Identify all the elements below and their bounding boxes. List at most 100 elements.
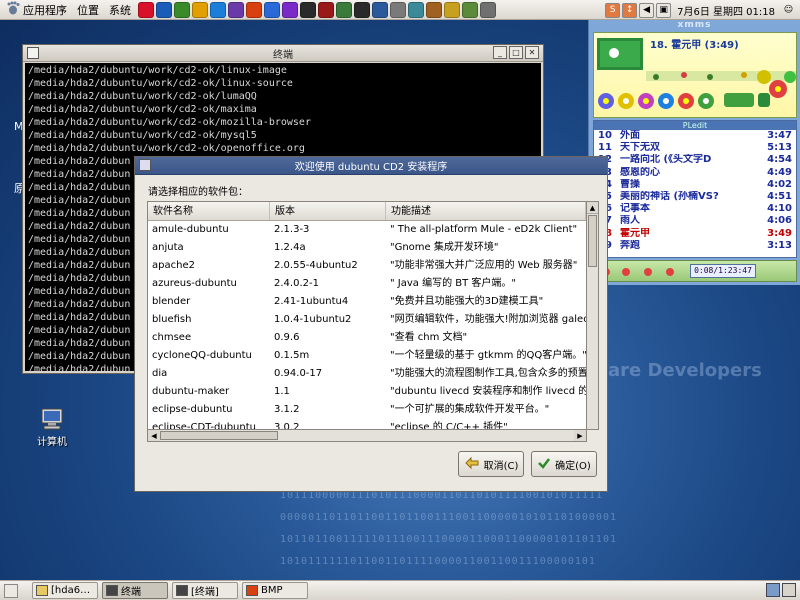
app-launcher-icon[interactable]: [444, 1, 460, 18]
window-menu-icon[interactable]: [139, 159, 151, 171]
taskbar-button[interactable]: [hda6…: [32, 582, 98, 599]
package-list[interactable]: 软件名称 版本 功能描述 amule-dubuntu 2.1.3-3 " The a…: [147, 201, 587, 430]
app-launcher-icon[interactable]: [174, 1, 190, 18]
window-menu-icon[interactable]: [27, 47, 39, 59]
app-launcher-icon[interactable]: [408, 1, 424, 18]
playlist-item[interactable]: 14曹操4:02: [594, 179, 796, 191]
scrollbar-thumb[interactable]: [160, 431, 278, 440]
playlist-item[interactable]: 12一路向北 (《头文字D4:54: [594, 154, 796, 166]
playlist-panel[interactable]: PLedit 10外面3:4711天下无双5:1312一路向北 (《头文字D4:…: [593, 120, 797, 258]
package-version-cell: 2.1.3-3: [274, 224, 310, 235]
table-row[interactable]: dia 0.94.0-17 "功能强大的流程图制作工具,包含众多的预置图": [148, 365, 586, 383]
maximize-button[interactable]: □: [509, 46, 523, 59]
ok-button[interactable]: 确定(O): [531, 451, 597, 477]
package-description-cell: " Java 编写的 BT 客户端。": [390, 278, 517, 289]
app-launcher-icon[interactable]: [300, 1, 316, 18]
close-button[interactable]: ✕: [525, 46, 539, 59]
app-launcher-icon[interactable]: [228, 1, 244, 18]
table-row[interactable]: amule-dubuntu 2.1.3-3 " The all-platform M…: [148, 221, 586, 239]
taskbar-button-label: [终端]: [191, 587, 219, 598]
taskbar-button[interactable]: 终端: [102, 582, 168, 599]
app-launcher-icon[interactable]: [138, 1, 154, 18]
app-launcher-icon[interactable]: [372, 1, 388, 18]
table-row[interactable]: eclipse-CDT-dubuntu 3.0.2 "eclipse 的 C/C++…: [148, 419, 586, 430]
table-row[interactable]: azureus-dubuntu 2.4.0.2-1 " Java 编写的 BT 客户…: [148, 275, 586, 293]
show-desktop-icon[interactable]: [4, 583, 18, 598]
taskbar-button[interactable]: BMP: [242, 582, 308, 599]
playlist-item-title: 霍元甲: [620, 227, 650, 239]
binary-decoration: 1011011001111101110011100001100011000001…: [280, 534, 617, 545]
terminal-title: 终端: [273, 49, 293, 61]
horizontal-scrollbar[interactable]: ◀ ▶: [147, 430, 587, 442]
cancel-button[interactable]: 取消(C): [458, 451, 524, 477]
table-row[interactable]: anjuta 1.2.4a "Gnome 集成开发环境": [148, 239, 586, 257]
table-row[interactable]: cycloneQQ-dubuntu 0.1.5m "一个轻量级的基于 gtkmm 的…: [148, 347, 586, 365]
app-launcher-icon[interactable]: [462, 1, 478, 18]
app-launcher-icon[interactable]: [192, 1, 208, 18]
table-row[interactable]: apache2 2.0.55-4ubuntu2 "功能非常强大并广泛应用的 Web …: [148, 257, 586, 275]
app-launcher-icon[interactable]: [390, 1, 406, 18]
playlist-item[interactable]: 11 天下无双 5:13: [594, 142, 796, 154]
app-launcher-icon[interactable]: [318, 1, 334, 18]
package-version-cell: 0.1.5m: [274, 350, 310, 361]
playlist-item[interactable]: 10 外面 3:47: [594, 130, 796, 142]
package-description-cell: "功能非常强大并广泛应用的 Web 服务器": [390, 260, 578, 271]
terminal-line: /media/hda2/dubuntu/work/cd2-ok/openoffi…: [28, 143, 305, 154]
table-row[interactable]: eclipse-dubuntu 3.1.2 "一个可扩展的集成软件开发平台。": [148, 401, 586, 419]
desktop-icon-computer[interactable]: 计算机: [22, 408, 82, 448]
app-launcher-icon[interactable]: [336, 1, 352, 18]
places-menu[interactable]: 位置: [73, 1, 103, 19]
playlist-item[interactable]: 17雨人4:06: [594, 215, 796, 227]
package-description-cell: "eclipse 的 C/C++ 插件": [390, 422, 508, 430]
minimize-button[interactable]: _: [493, 46, 507, 59]
playlist-item-title: 记事本: [620, 203, 650, 215]
network-icon[interactable]: ▣: [656, 2, 672, 18]
panel-clock[interactable]: 7月6日 星期四 01:18: [673, 3, 779, 18]
package-version-cell: 2.41-1ubuntu4: [274, 296, 349, 307]
playlist-item-num: 11: [598, 142, 612, 154]
scroll-right-arrow[interactable]: ▶: [574, 430, 586, 441]
taskbar-button[interactable]: [终端]: [172, 582, 238, 599]
app-launcher-icon[interactable]: [210, 1, 226, 18]
app-launcher-icon[interactable]: [480, 1, 496, 18]
playlist-item[interactable]: 18霍元甲3:49: [594, 228, 796, 240]
playlist-item[interactable]: 13感恩的心4:49: [594, 167, 796, 179]
music-player-widget[interactable]: xmms 18. 霍元甲 (3:49) PLedit 10 外面 3:47 11…: [588, 20, 800, 285]
workspace-2[interactable]: [782, 583, 796, 597]
workspace-switcher[interactable]: [766, 583, 796, 597]
installer-dialog[interactable]: 欢迎使用 dubuntu CD2 安装程序 请选择相应的软件包： 软件名称 版本…: [134, 156, 608, 492]
playlist-item[interactable]: 15美丽的神话 (孙楠VS?4:51: [594, 191, 796, 203]
app-launcher-icon[interactable]: [264, 1, 280, 18]
package-version-cell: 2.4.0.2-1: [274, 278, 319, 289]
user-status-icon[interactable]: ☺: [781, 3, 796, 18]
table-row[interactable]: chmsee 0.9.6 "查看 chm 文档": [148, 329, 586, 347]
installer-titlebar[interactable]: 欢迎使用 dubuntu CD2 安装程序: [135, 157, 607, 175]
app-launcher-icon[interactable]: [354, 1, 370, 18]
app-launcher-icon[interactable]: [282, 1, 298, 18]
column-header-description[interactable]: 功能描述: [386, 202, 586, 220]
applications-menu[interactable]: 应用程序: [2, 1, 71, 19]
app-launcher-icon[interactable]: [246, 1, 262, 18]
table-row[interactable]: bluefish 1.0.4-1ubuntu2 "网页编辑软件，功能强大!附加浏览器…: [148, 311, 586, 329]
tray-shortcut-icon[interactable]: ↕: [622, 2, 638, 18]
playlist-item[interactable]: 16记事本4:10: [594, 203, 796, 215]
table-row[interactable]: dubuntu-maker 1.1 "dubuntu livecd 安装程序和制作 …: [148, 383, 586, 401]
volume-icon[interactable]: ◀: [639, 2, 655, 18]
scroll-up-arrow[interactable]: ▲: [587, 202, 598, 214]
now-playing-title: 18. 霍元甲 (3:49): [650, 40, 739, 51]
system-menu[interactable]: 系统: [105, 1, 135, 19]
column-header-name[interactable]: 软件名称: [148, 202, 270, 220]
vertical-scrollbar[interactable]: ▲: [587, 201, 599, 430]
table-row[interactable]: blender 2.41-1ubuntu4 "免费并且功能强大的3D建模工具": [148, 293, 586, 311]
scrollbar-thumb[interactable]: [588, 215, 597, 267]
column-header-version[interactable]: 版本: [270, 202, 386, 220]
app-launcher-icon[interactable]: [426, 1, 442, 18]
terminal-titlebar[interactable]: 终端 _ □ ✕: [23, 45, 543, 62]
scroll-left-arrow[interactable]: ◀: [148, 430, 160, 441]
workspace-1[interactable]: [766, 583, 780, 597]
launcher-bar: [137, 1, 497, 18]
playlist-item[interactable]: 19奔跑3:13: [594, 240, 796, 252]
tray-shortcut-icon[interactable]: S: [605, 2, 621, 18]
app-launcher-icon[interactable]: [156, 1, 172, 18]
package-description-cell: "网页编辑软件，功能强大!附加浏览器 galeon": [390, 314, 586, 325]
